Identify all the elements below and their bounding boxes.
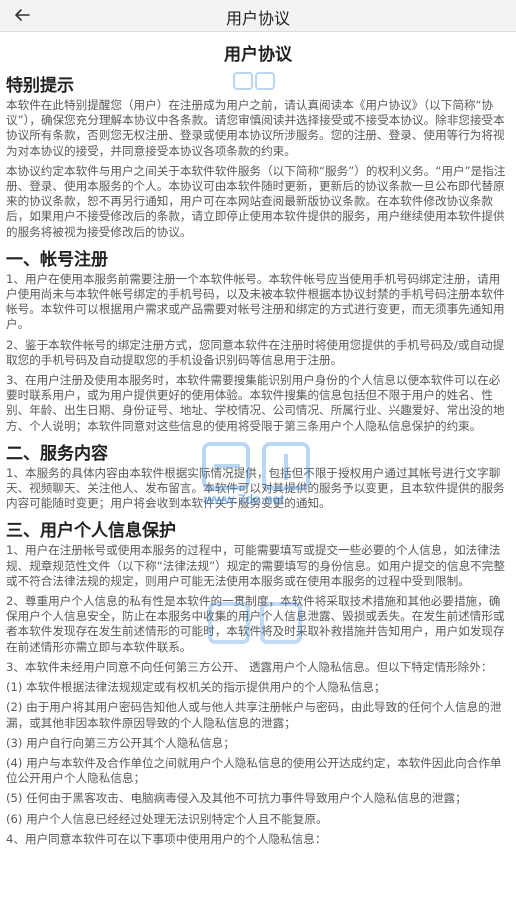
section-paragraph: (4) 用户与本软件及合作单位之间就用户个人隐私信息的使用公开达成约定，本软件因… [6,755,502,786]
appbar-title: 用户协议 [225,9,290,28]
special-paragraph: 本软件在此特别提醒您（用户）在注册成为用户之前，请认真阅读本《用户协议》（以下简… [6,98,505,158]
section-paragraph: 1、用户在注册帐号或使用本服务的过程中，可能需要填写或提交一些必要的个人信息，如… [6,543,505,588]
section-paragraph: 1、本服务的具体内容由本软件根据实际情况提供，包括但不限于授权用户通过其帐号进行… [6,465,505,511]
section-paragraph: 3、本软件未经用户同意不向任何第三方公开、 透露用户个人隐私信息。但以下特定情形… [6,659,493,674]
section-paragraph: (2) 由于用户将其用户密码告知他人或与他人共享注册帐户与密码，由此导致的任何个… [6,700,502,730]
special-paragraph: 本协议约定本软件与用户之间关于本软件软件服务（以下简称“服务”）的权利义务。“用… [6,163,506,239]
app-bar: 用户协议 [0,0,516,32]
section-paragraph: 2、鉴于本软件帐号的绑定注册方式，您同意本软件在注册时将使用您提供的手机号码及/… [6,337,505,367]
section-paragraph: 1、用户在使用本服务前需要注册一个本软件帐号。本软件帐号应当使用手机号码绑定注册… [6,271,505,332]
agreement-content[interactable]: 用户协议 特别提示 本软件在此特别提醒您（用户）在注册成为用户之前，请认真阅读本… [0,40,516,847]
section-heading-service: 二、服务内容 [6,443,108,464]
section-paragraph: (3) 用户自行向第三方公开其个人隐私信息； [6,735,235,750]
section-paragraph: 2、尊重用户个人信息的私有性是本软件的一贯制度，本软件将采取技术措施和其他必要措… [6,594,505,654]
section-paragraph: 3、在用户注册及使用本服务时，本软件需要搜集能识别用户身份的个人信息以便本软件可… [6,373,505,433]
section-paragraph: (5) 任何由于黑客攻击、电脑病毒侵入及其他不可抗力事件导致用户个人隐私信息的泄… [6,791,467,806]
section-paragraph: (6) 用户个人信息已经经过处理无法识别特定个人且不能复原。 [6,811,328,826]
special-notice-heading: 特别提示 [6,76,74,96]
section-paragraph: 4、用户同意本软件可在以下事项中使用用户的个人隐私信息： [6,831,327,846]
document-title: 用户协议 [224,45,292,65]
section-heading-privacy: 三、用户个人信息保护 [6,521,176,542]
section-heading-account: 一、帐号注册 [6,249,108,270]
section-paragraph: (1) 本软件根据法律法规规定或有权机关的指示提供用户的个人隐私信息； [6,680,386,695]
